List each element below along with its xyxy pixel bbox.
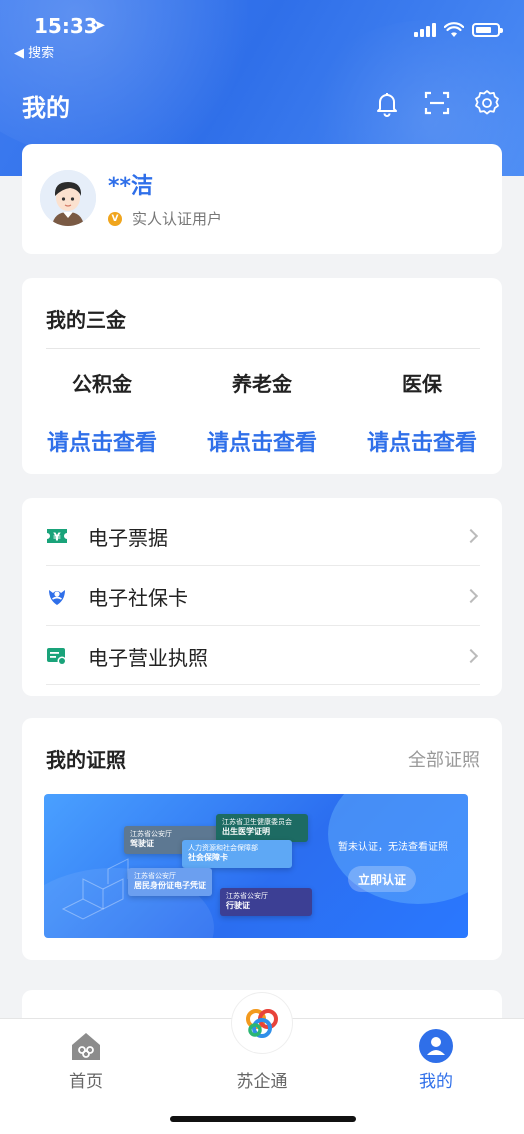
cert-card-social-security: 人力资源和社会保障部 社会保障卡 bbox=[182, 840, 292, 869]
list-item-social-security-card[interactable]: 电子社保卡 bbox=[22, 566, 502, 626]
list-item-label: 电子票据 bbox=[88, 525, 168, 550]
home-icon bbox=[69, 1029, 103, 1063]
page-title: 我的 bbox=[22, 94, 70, 122]
funds-section-title: 我的三金 bbox=[46, 308, 126, 332]
cert-card-id-card: 江苏省公安厅 居民身份证电子凭证 bbox=[128, 868, 212, 897]
battery-icon bbox=[472, 23, 503, 37]
list-item-e-receipt[interactable]: ¥ 电子票据 bbox=[22, 506, 502, 566]
tab-home[interactable]: 首页 bbox=[26, 1019, 146, 1092]
chevron-right-icon bbox=[463, 648, 479, 664]
fund-view-link[interactable]: 请点击查看 bbox=[22, 425, 182, 457]
divider bbox=[46, 684, 480, 685]
verification-text: 实人认证用户 bbox=[132, 210, 223, 228]
verification-status: V 实人认证用户 bbox=[108, 208, 222, 229]
list-item-label: 电子社保卡 bbox=[88, 585, 188, 610]
license-icon bbox=[46, 645, 68, 667]
verified-badge-icon: V bbox=[108, 211, 122, 226]
tab-label: 苏企通 bbox=[236, 1072, 288, 1092]
header-actions bbox=[372, 88, 502, 118]
avatar[interactable] bbox=[40, 170, 96, 226]
chevron-right-icon bbox=[463, 528, 479, 544]
cellular-signal-icon bbox=[414, 23, 436, 37]
profile-card[interactable]: **洁 V 实人认证用户 bbox=[22, 144, 502, 254]
fund-name: 养老金 bbox=[232, 372, 292, 396]
tab-me[interactable]: 我的 bbox=[376, 1019, 496, 1092]
fund-name: 公积金 bbox=[72, 372, 132, 396]
tab-label: 首页 bbox=[69, 1072, 103, 1092]
all-certificates-link[interactable]: 全部证照 bbox=[408, 746, 480, 772]
electronic-documents-card: ¥ 电子票据 电子社保卡 电子营业执照 bbox=[22, 498, 502, 696]
scan-icon[interactable] bbox=[422, 88, 452, 118]
back-to-search-link[interactable]: ◀ 搜索 bbox=[14, 42, 54, 61]
certificates-card: 我的证照 全部证照 江苏省公安厅 驾驶证 江苏省卫生健康委员会 出生医学证明 人力资… bbox=[22, 718, 502, 960]
fund-item-medical[interactable]: 医保 请点击查看 bbox=[342, 368, 502, 457]
notification-bell-icon[interactable] bbox=[372, 88, 402, 118]
user-name: **洁 bbox=[108, 174, 154, 199]
wifi-icon bbox=[444, 22, 464, 37]
home-indicator[interactable] bbox=[170, 1116, 356, 1122]
cert-card-vehicle-license: 江苏省公安厅 行驶证 bbox=[220, 888, 312, 917]
user-profile-icon bbox=[419, 1029, 453, 1063]
banner-message: 暂未认证，无法查看证照 bbox=[338, 842, 448, 853]
tab-label: 我的 bbox=[419, 1072, 453, 1092]
three-funds-card: 我的三金 公积金 请点击查看 养老金 请点击查看 医保 请点击查看 bbox=[22, 278, 502, 474]
status-time: 15:33 bbox=[34, 14, 98, 38]
settings-gear-icon[interactable] bbox=[472, 88, 502, 118]
cert-card-birth-certificate: 江苏省卫生健康委员会 出生医学证明 bbox=[216, 814, 308, 843]
fund-view-link[interactable]: 请点击查看 bbox=[182, 425, 342, 457]
location-arrow-icon: ➤ bbox=[93, 16, 106, 34]
svg-text:¥: ¥ bbox=[53, 531, 61, 544]
certificates-section-title: 我的证照 bbox=[46, 748, 126, 772]
fund-item-pension[interactable]: 养老金 请点击查看 bbox=[182, 368, 342, 457]
fund-view-link[interactable]: 请点击查看 bbox=[342, 425, 502, 457]
divider bbox=[46, 348, 480, 349]
list-item-business-license[interactable]: 电子营业执照 bbox=[22, 626, 502, 686]
status-icons bbox=[414, 22, 503, 38]
ticket-icon: ¥ bbox=[46, 525, 68, 547]
certificate-banner[interactable]: 江苏省公安厅 驾驶证 江苏省卫生健康委员会 出生医学证明 人力资源和社会保障部 社会保… bbox=[44, 794, 468, 938]
status-bar: 15:33 ➤ ◀ 搜索 bbox=[0, 0, 524, 61]
list-item-label: 电子营业执照 bbox=[88, 645, 208, 670]
chevron-right-icon bbox=[463, 588, 479, 604]
fund-name: 医保 bbox=[402, 372, 442, 396]
fund-item-housing[interactable]: 公积金 请点击查看 bbox=[22, 368, 182, 457]
verify-now-button[interactable]: 立即认证 bbox=[348, 866, 416, 892]
social-security-icon bbox=[46, 585, 68, 607]
suqitong-logo-icon[interactable] bbox=[232, 993, 292, 1053]
